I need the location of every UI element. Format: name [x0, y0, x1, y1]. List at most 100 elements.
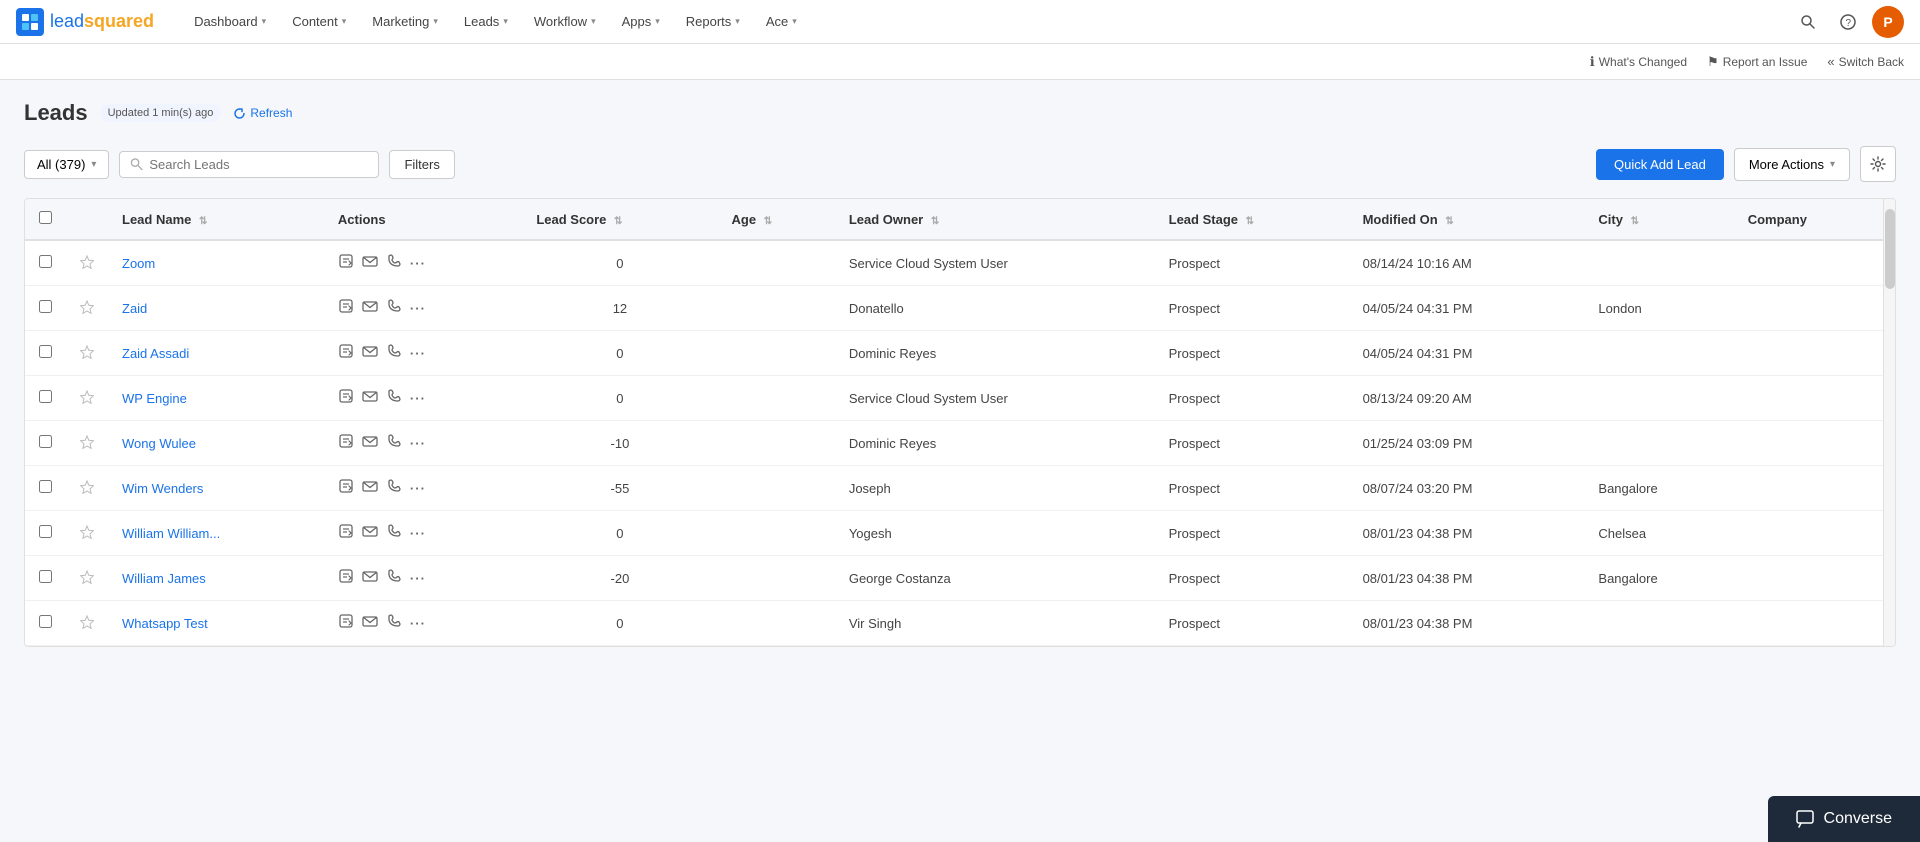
phone-icon[interactable]: [386, 298, 402, 318]
converse-button[interactable]: Converse: [1768, 796, 1920, 842]
email-icon[interactable]: [362, 298, 378, 318]
activity-icon[interactable]: [338, 388, 354, 408]
lead-name-link[interactable]: Whatsapp Test: [122, 616, 208, 631]
star-cell[interactable]: [66, 511, 108, 556]
row-checkbox[interactable]: [39, 255, 52, 268]
search-input[interactable]: [149, 157, 368, 172]
row-checkbox[interactable]: [39, 525, 52, 538]
col-lead-stage[interactable]: Lead Stage ⇅: [1155, 199, 1349, 240]
more-actions-button[interactable]: More Actions ▾: [1734, 148, 1850, 181]
star-cell[interactable]: [66, 376, 108, 421]
col-modified-on[interactable]: Modified On ⇅: [1349, 199, 1585, 240]
row-checkbox[interactable]: [39, 345, 52, 358]
more-icon[interactable]: ···: [410, 256, 426, 271]
settings-button[interactable]: [1860, 146, 1896, 182]
row-checkbox[interactable]: [39, 480, 52, 493]
row-checkbox[interactable]: [39, 570, 52, 583]
star-cell[interactable]: [66, 286, 108, 331]
phone-icon[interactable]: [386, 388, 402, 408]
email-icon[interactable]: [362, 343, 378, 363]
email-icon[interactable]: [362, 523, 378, 543]
email-icon[interactable]: [362, 613, 378, 633]
star-cell[interactable]: [66, 240, 108, 286]
refresh-button[interactable]: Refresh: [233, 106, 292, 120]
scrollbar[interactable]: [1883, 199, 1895, 646]
email-icon[interactable]: [362, 433, 378, 453]
all-count-dropdown[interactable]: All (379) ▾: [24, 150, 109, 179]
lead-name-link[interactable]: Zaid: [122, 301, 147, 316]
star-cell[interactable]: [66, 331, 108, 376]
nav-item-dashboard[interactable]: Dashboard ▾: [182, 6, 278, 37]
activity-icon[interactable]: [338, 613, 354, 633]
star-cell[interactable]: [66, 601, 108, 646]
user-avatar[interactable]: P: [1872, 6, 1904, 38]
search-button[interactable]: [1792, 6, 1824, 38]
quick-add-lead-button[interactable]: Quick Add Lead: [1596, 149, 1724, 180]
phone-icon[interactable]: [386, 478, 402, 498]
more-icon[interactable]: ···: [410, 526, 426, 541]
activity-icon[interactable]: [338, 478, 354, 498]
phone-icon[interactable]: [386, 523, 402, 543]
report-issue-link[interactable]: ⚑ Report an Issue: [1707, 54, 1807, 70]
email-icon[interactable]: [362, 253, 378, 273]
activity-icon[interactable]: [338, 298, 354, 318]
more-icon[interactable]: ···: [410, 391, 426, 406]
nav-item-content[interactable]: Content ▾: [280, 6, 358, 37]
lead-name-link[interactable]: Wim Wenders: [122, 481, 203, 496]
nav-item-reports[interactable]: Reports ▾: [674, 6, 752, 37]
row-checkbox-cell[interactable]: [25, 421, 66, 466]
more-icon[interactable]: ···: [410, 346, 426, 361]
nav-item-workflow[interactable]: Workflow ▾: [522, 6, 608, 37]
filters-button[interactable]: Filters: [389, 150, 454, 179]
activity-icon[interactable]: [338, 568, 354, 588]
nav-item-apps[interactable]: Apps ▾: [610, 6, 672, 37]
phone-icon[interactable]: [386, 433, 402, 453]
row-checkbox-cell[interactable]: [25, 511, 66, 556]
lead-name-link[interactable]: Zaid Assadi: [122, 346, 189, 361]
star-cell[interactable]: [66, 466, 108, 511]
row-checkbox-cell[interactable]: [25, 240, 66, 286]
whats-changed-link[interactable]: ℹ What's Changed: [1590, 54, 1687, 70]
more-icon[interactable]: ···: [410, 481, 426, 496]
phone-icon[interactable]: [386, 613, 402, 633]
row-checkbox[interactable]: [39, 300, 52, 313]
phone-icon[interactable]: [386, 343, 402, 363]
row-checkbox-cell[interactable]: [25, 376, 66, 421]
col-lead-score[interactable]: Lead Score ⇅: [522, 199, 717, 240]
more-icon[interactable]: ···: [410, 571, 426, 586]
col-city[interactable]: City ⇅: [1584, 199, 1733, 240]
row-checkbox-cell[interactable]: [25, 331, 66, 376]
email-icon[interactable]: [362, 388, 378, 408]
col-lead-owner[interactable]: Lead Owner ⇅: [835, 199, 1155, 240]
select-all-checkbox[interactable]: [39, 211, 52, 224]
lead-name-link[interactable]: William James: [122, 571, 206, 586]
activity-icon[interactable]: [338, 433, 354, 453]
row-checkbox[interactable]: [39, 615, 52, 628]
select-all-header[interactable]: [25, 199, 66, 240]
more-icon[interactable]: ···: [410, 301, 426, 316]
phone-icon[interactable]: [386, 253, 402, 273]
row-checkbox-cell[interactable]: [25, 466, 66, 511]
activity-icon[interactable]: [338, 253, 354, 273]
email-icon[interactable]: [362, 478, 378, 498]
row-checkbox[interactable]: [39, 435, 52, 448]
row-checkbox[interactable]: [39, 390, 52, 403]
help-button[interactable]: ?: [1832, 6, 1864, 38]
phone-icon[interactable]: [386, 568, 402, 588]
email-icon[interactable]: [362, 568, 378, 588]
activity-icon[interactable]: [338, 523, 354, 543]
activity-icon[interactable]: [338, 343, 354, 363]
row-checkbox-cell[interactable]: [25, 556, 66, 601]
col-age[interactable]: Age ⇅: [718, 199, 835, 240]
lead-name-link[interactable]: Wong Wulee: [122, 436, 196, 451]
more-icon[interactable]: ···: [410, 616, 426, 631]
nav-item-leads[interactable]: Leads ▾: [452, 6, 520, 37]
switch-back-link[interactable]: « Switch Back: [1827, 54, 1904, 69]
logo[interactable]: leadsquared: [16, 8, 154, 36]
lead-name-link[interactable]: Zoom: [122, 256, 155, 271]
star-cell[interactable]: [66, 421, 108, 466]
more-icon[interactable]: ···: [410, 436, 426, 451]
lead-name-link[interactable]: WP Engine: [122, 391, 187, 406]
star-cell[interactable]: [66, 556, 108, 601]
row-checkbox-cell[interactable]: [25, 286, 66, 331]
